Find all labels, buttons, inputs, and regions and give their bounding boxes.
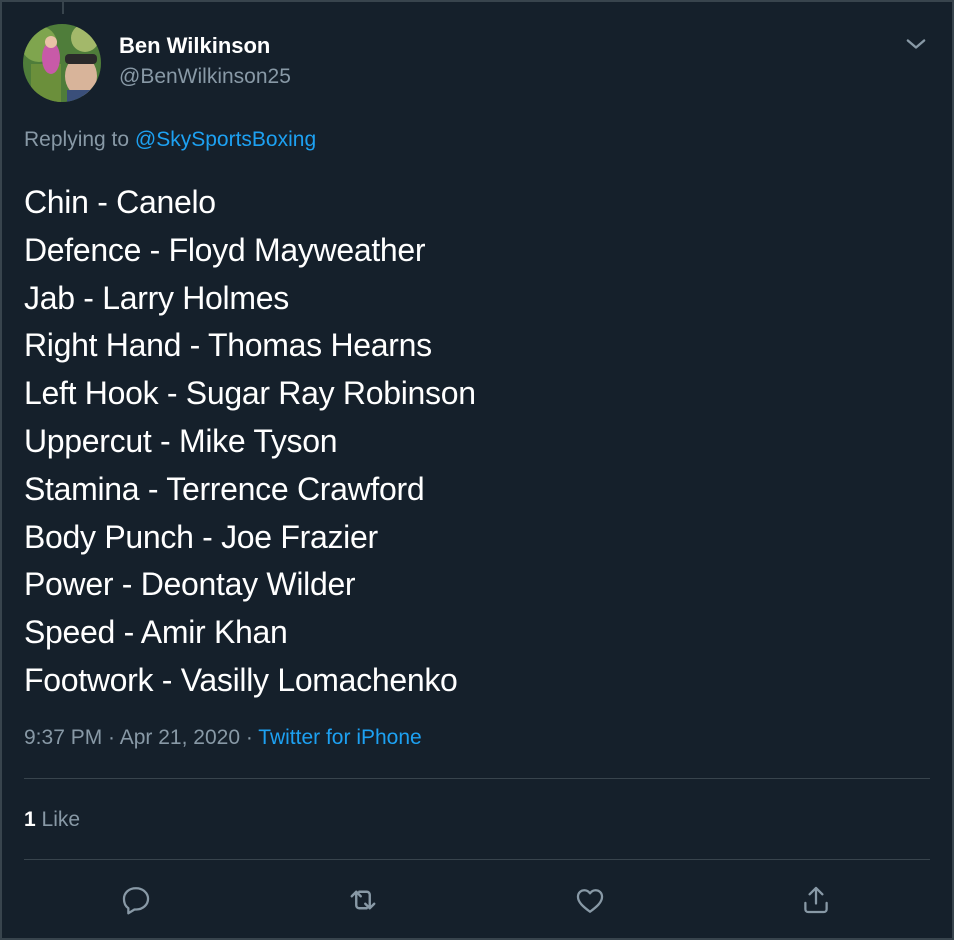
tweet-line: Right Hand - Thomas Hearns xyxy=(24,327,432,364)
tweet-time[interactable]: 9:37 PM xyxy=(24,726,102,749)
reply-button[interactable] xyxy=(116,880,156,920)
tweet-text: Chin - Canelo Defence - Floyd Mayweather… xyxy=(24,179,476,705)
more-options-chevron-down-icon[interactable] xyxy=(902,30,930,58)
tweet-date[interactable]: Apr 21, 2020 xyxy=(120,726,240,749)
divider xyxy=(24,778,930,779)
tweet-line: Defence - Floyd Mayweather xyxy=(24,231,426,268)
tweet-line: Left Hook - Sugar Ray Robinson xyxy=(24,375,476,412)
retweet-icon xyxy=(350,890,376,910)
display-name[interactable]: Ben Wilkinson xyxy=(119,33,270,59)
tweet-line: Jab - Larry Holmes xyxy=(24,279,289,316)
reply-icon xyxy=(122,887,150,915)
tweet-line: Speed - Amir Khan xyxy=(24,614,288,651)
likes-label: Like xyxy=(35,808,81,831)
avatar[interactable] xyxy=(23,24,101,102)
tweet-line: Chin - Canelo xyxy=(24,184,216,220)
tweet-line: Stamina - Terrence Crawford xyxy=(24,470,425,507)
like-icon xyxy=(576,889,604,913)
meta-separator: · xyxy=(102,726,120,749)
replying-to: Replying to @SkySportsBoxing xyxy=(24,128,316,152)
likes-count: 1 xyxy=(24,808,36,831)
likes-count-link[interactable]: 1 Like xyxy=(24,808,80,832)
tweet-line: Footwork - Vasilly Lomachenko xyxy=(24,661,458,698)
tweet-meta: 9:37 PM · Apr 21, 2020 · Twitter for iPh… xyxy=(24,726,422,750)
like-button[interactable] xyxy=(570,880,610,920)
replying-prefix: Replying to xyxy=(24,128,135,151)
share-button[interactable] xyxy=(796,880,836,920)
reply-mention-link[interactable]: @SkySportsBoxing xyxy=(135,128,316,151)
tweet-source-link[interactable]: Twitter for iPhone xyxy=(258,726,421,749)
tweet-line: Power - Deontay Wilder xyxy=(24,566,356,603)
thread-connector xyxy=(62,2,64,14)
share-icon xyxy=(804,886,828,914)
divider xyxy=(24,859,930,860)
tweet-line: Uppercut - Mike Tyson xyxy=(24,422,338,459)
meta-separator: · xyxy=(240,726,259,749)
user-handle[interactable]: @BenWilkinson25 xyxy=(119,65,291,89)
tweet-card: Ben Wilkinson @BenWilkinson25 Replying t… xyxy=(0,0,954,940)
retweet-button[interactable] xyxy=(343,880,383,920)
tweet-line: Body Punch - Joe Frazier xyxy=(24,518,378,555)
avatar-image xyxy=(23,24,101,102)
